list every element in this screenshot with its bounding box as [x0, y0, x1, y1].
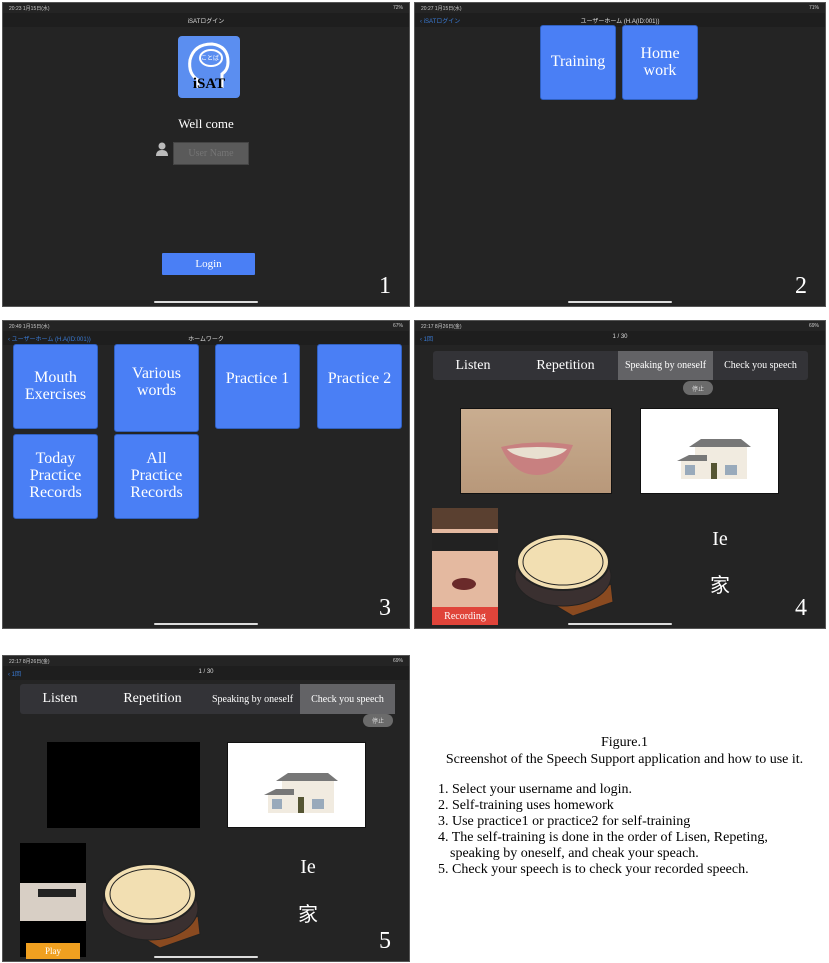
panel-number: 5 [379, 928, 391, 954]
nav-bar: ‹ 1回 1 / 30 [415, 331, 825, 345]
nav-title: ユーザーホーム (H.A(ID:001)) [580, 19, 660, 25]
logo-name: iSAT [192, 76, 226, 92]
home-indicator[interactable] [154, 623, 258, 625]
nav-title: iSATログイン [187, 19, 225, 25]
training-button[interactable]: Training [540, 25, 616, 100]
nav-bar: ‹ 1回 1 / 30 [3, 666, 409, 680]
caption-step: 4. The self-training is done in the orde… [438, 830, 768, 845]
word-romaji: Ie [300, 856, 316, 878]
battery-indicator: 67% [392, 323, 403, 329]
caption-step: 2. Self-training uses homework [438, 798, 614, 813]
screen-check-you-speech: 22:17 8月26日(金) 69% ‹ 1回 1 / 30 Listen Re… [2, 655, 410, 962]
status-bar: 22:17 8月26日(金) 69% [415, 321, 825, 331]
battery-indicator: 72% [392, 5, 403, 11]
status-bar: 20:23 1月15日(水) 72% [3, 3, 409, 13]
today-practice-records-button[interactable]: Today Practice Records [13, 434, 98, 519]
eye-censor-bar [432, 533, 498, 551]
tab-repetition[interactable]: Repetition [513, 351, 618, 380]
mouth-video[interactable] [460, 408, 612, 494]
tab-check-you-speech[interactable]: Check you speech [300, 684, 395, 714]
caption-step-continued: speaking by oneself, and cheak your spea… [438, 846, 829, 862]
open-mouth [452, 578, 476, 590]
play-button[interactable]: Play [26, 943, 80, 959]
welcome-text: Well come [178, 116, 234, 131]
mode-segmented-control: Listen Repetition Speaking by oneself Ch… [20, 684, 395, 714]
word-kanji: 家 [710, 573, 730, 597]
word-kanji: 家 [298, 902, 318, 926]
caption-step: 1. Select your username and login. [438, 782, 633, 797]
house-icon [677, 439, 751, 479]
word-romaji: Ie [712, 528, 728, 550]
caption-subtitle: Screenshot of the Speech Support applica… [445, 752, 804, 767]
caption-step-text: speaking by oneself, and cheak your spea… [450, 846, 699, 861]
stop-button[interactable]: 停止 [363, 714, 393, 727]
tab-check-you-speech[interactable]: Check you speech [713, 351, 808, 380]
caption-title: Figure.1 [600, 735, 649, 750]
battery-indicator: 71% [808, 5, 819, 11]
nav-bar: ‹ ユーザーホーム (H.A(ID:001)) ホームワーク [3, 331, 409, 345]
status-time: 20:23 1月15日(水) [9, 6, 50, 12]
tab-repetition[interactable]: Repetition [100, 684, 205, 714]
tab-speaking-by-oneself[interactable]: Speaking by oneself [618, 351, 713, 380]
drum-icon [514, 533, 614, 617]
various-words-button[interactable]: Various words [114, 344, 199, 432]
recorded-video-preview [20, 843, 86, 957]
status-time: 20:27 1月15日(水) [421, 6, 462, 12]
stop-button[interactable]: 停止 [683, 381, 713, 395]
battery-indicator: 69% [392, 658, 403, 664]
drum-icon [101, 863, 201, 949]
panel-number: 4 [795, 595, 807, 621]
caption-steps: 1. Select your username and login. 2. Se… [420, 782, 829, 878]
practice-2-button[interactable]: Practice 2 [317, 344, 402, 429]
mouth-exercises-button[interactable]: Mouth Exercises [13, 344, 98, 429]
home-indicator[interactable] [568, 301, 672, 303]
user-icon [156, 142, 168, 156]
recording-button[interactable]: Recording [432, 607, 498, 625]
login-button[interactable]: Login [162, 253, 255, 275]
homework-button[interactable]: Home work [622, 25, 698, 100]
panel-number: 3 [379, 595, 391, 621]
figure-caption: Figure.1 Screenshot of the Speech Suppor… [420, 734, 829, 878]
home-indicator[interactable] [154, 956, 258, 958]
status-time: 20:49 1月15日(水) [9, 324, 50, 330]
caption-step: 3. Use practice1 or practice2 for self-t… [438, 814, 691, 829]
status-bar: 20:49 1月15日(水) 67% [3, 321, 409, 331]
status-bar: 22:17 8月26日(金) 69% [3, 656, 409, 666]
all-practice-records-button[interactable]: All Practice Records [114, 434, 199, 519]
mode-segmented-control: Listen Repetition Speaking by oneself Ch… [433, 351, 808, 380]
home-indicator[interactable] [154, 301, 258, 303]
username-field[interactable] [173, 142, 249, 165]
tab-listen[interactable]: Listen [433, 351, 513, 380]
battery-indicator: 69% [808, 323, 819, 329]
screen-login: 20:23 1月15日(水) 72% iSATログイン ことば iSAT Wel… [2, 2, 410, 307]
app-logo: ことば iSAT [178, 36, 240, 98]
nav-bar: iSATログイン [3, 13, 409, 27]
status-time: 22:17 8月26日(金) [9, 659, 50, 665]
house-picture [640, 408, 779, 494]
panel-number: 2 [795, 273, 807, 299]
panel-number: 1 [379, 273, 391, 299]
status-bar: 20:27 1月15日(水) 71% [415, 3, 825, 13]
home-indicator[interactable] [568, 623, 672, 625]
eye-censor-bar [38, 889, 76, 897]
nav-title: ホームワーク [188, 337, 224, 343]
house-picture [227, 742, 366, 828]
practice-1-button[interactable]: Practice 1 [215, 344, 300, 429]
screen-homework: 20:49 1月15日(水) 67% ‹ ユーザーホーム (H.A(ID:001… [2, 320, 410, 629]
logo-bubble-text: ことば [201, 56, 220, 62]
mouth-video[interactable] [47, 742, 200, 828]
house-icon [264, 773, 338, 813]
screen-user-home: 20:27 1月15日(水) 71% ‹ iSATログイン ユーザーホーム (H… [414, 2, 826, 307]
status-time: 22:17 8月26日(金) [421, 324, 462, 330]
face-thumbnail [20, 883, 86, 921]
screen-speaking-by-oneself: 22:17 8月26日(金) 69% ‹ 1回 1 / 30 Listen Re… [414, 320, 826, 629]
nav-title: 1 / 30 [612, 334, 628, 340]
nav-title: 1 / 30 [198, 669, 214, 675]
mouth-image [501, 442, 573, 475]
tab-speaking-by-oneself[interactable]: Speaking by oneself [205, 684, 300, 714]
caption-step: 5. Check your speech is to check your re… [438, 862, 749, 877]
tab-listen[interactable]: Listen [20, 684, 100, 714]
nav-bar: ‹ iSATログイン ユーザーホーム (H.A(ID:001)) [415, 13, 825, 27]
